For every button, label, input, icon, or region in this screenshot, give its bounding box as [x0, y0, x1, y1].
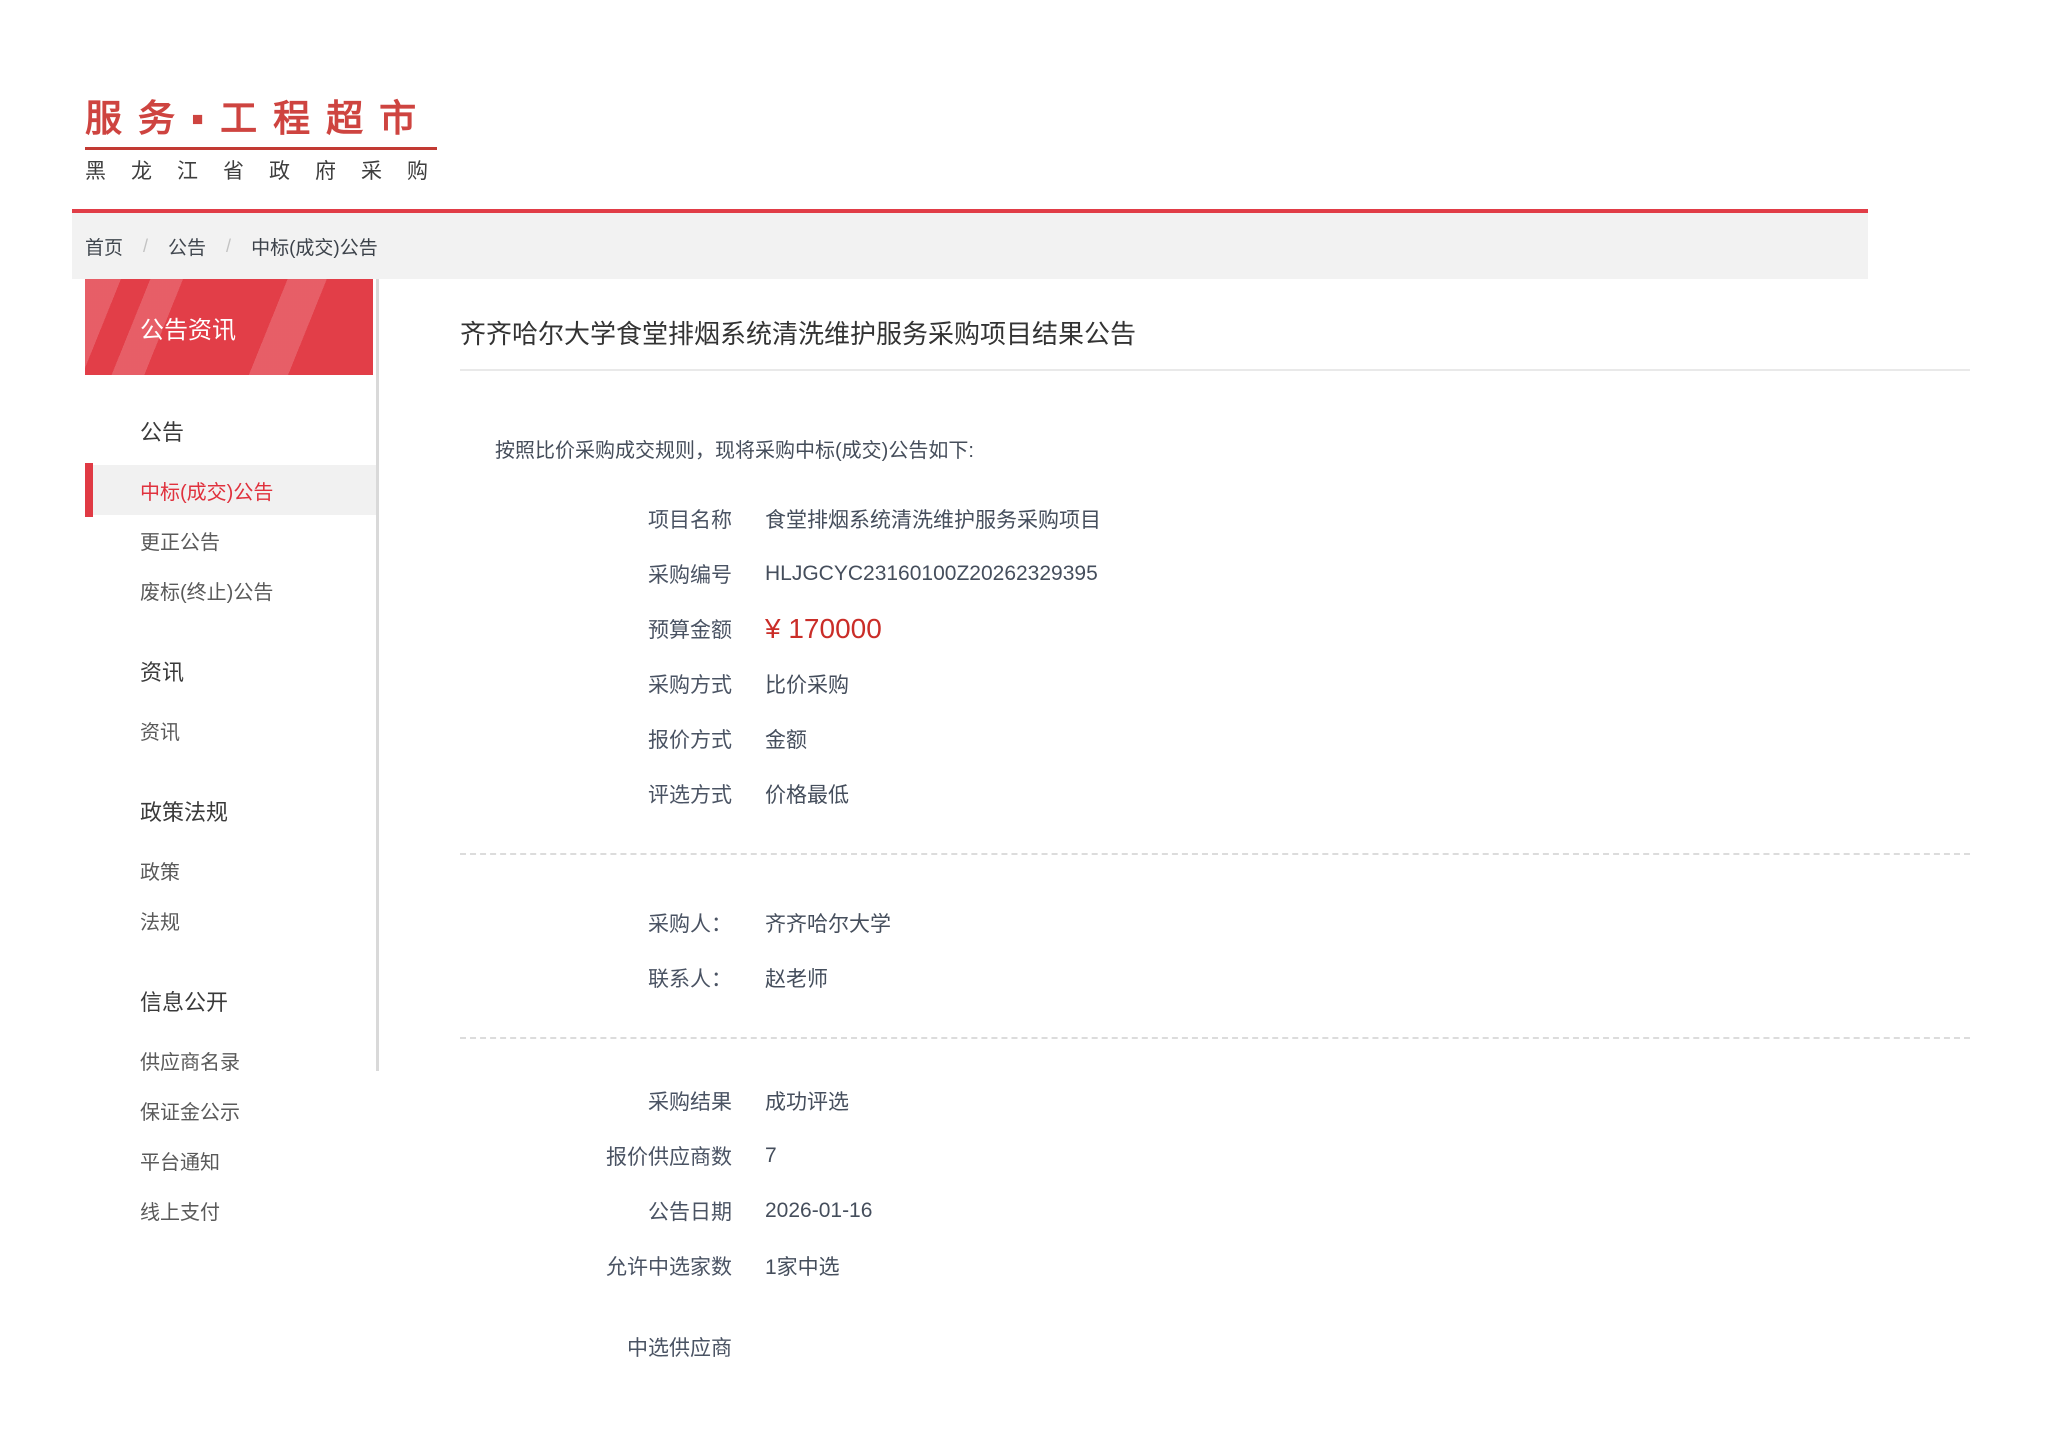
field-value: 7 [765, 1143, 777, 1167]
logo-tagline: 黑龙江省政府采购 [85, 160, 453, 183]
sidebar-item-deposit-publicity[interactable]: 保证金公示 [85, 1085, 376, 1135]
field-row-budget-amount: 预算金额 ¥ 170000 [460, 601, 1970, 656]
field-value: 赵老师 [765, 967, 828, 991]
sidebar-item-label: 废标(终止)公告 [140, 581, 274, 604]
field-row-announcement-date: 公告日期 2026-01-16 [460, 1183, 1970, 1238]
field-label: 采购方式 [648, 673, 732, 697]
field-value: 成功评选 [765, 1090, 849, 1114]
site-header: 服务▪工程超市 黑龙江省政府采购 [0, 0, 2048, 183]
active-indicator-bar [85, 463, 93, 517]
field-row-procurement-result: 采购结果 成功评选 [460, 1073, 1970, 1128]
field-row-project-name: 项目名称 食堂排烟系统清洗维护服务采购项目 [460, 491, 1970, 546]
field-label: 采购人： [648, 912, 732, 936]
breadcrumb-separator: / [143, 235, 149, 256]
field-label: 预算金额 [648, 618, 732, 642]
breadcrumb-current: 中标(成交)公告 [251, 237, 378, 259]
breadcrumb-home[interactable]: 首页 [85, 233, 123, 260]
field-row-supplier-count: 报价供应商数 7 [460, 1128, 1970, 1183]
sidebar-item-label: 供应商名录 [140, 1051, 240, 1074]
project-fields: 项目名称 食堂排烟系统清洗维护服务采购项目 采购编号 HLJGCYC231601… [460, 491, 1970, 821]
sidebar-item-award-announcements[interactable]: 中标(成交)公告 [85, 463, 376, 517]
dashed-divider [460, 1037, 1970, 1039]
sidebar-item-label: 线上支付 [140, 1201, 220, 1224]
field-value: 价格最低 [765, 783, 849, 807]
field-row-contact-person: 联系人： 赵老师 [460, 950, 1970, 1005]
field-label: 报价供应商数 [606, 1145, 732, 1169]
sidebar-item-label: 平台通知 [140, 1151, 220, 1174]
field-label: 项目名称 [648, 508, 732, 532]
sidebar-item-news[interactable]: 资讯 [85, 705, 376, 755]
logo-text: 服务▪工程超市 [85, 98, 433, 139]
sidebar-item-label: 政策 [140, 861, 180, 884]
intro-text: 按照比价采购成交规则，现将采购中标(成交)公告如下: [495, 440, 974, 462]
sidebar: 公告资讯 公告 中标(成交)公告 更正公告 废标(终止)公告 资讯 资讯 政策法… [85, 279, 379, 1374]
sidebar-section-news: 资讯 [140, 660, 185, 685]
field-row-winning-supplier: 中选供应商 [460, 1319, 1970, 1374]
sidebar-item-label: 资讯 [140, 721, 180, 744]
sidebar-item-policy[interactable]: 政策 [85, 845, 376, 895]
sidebar-item-label: 中标(成交)公告 [140, 481, 274, 504]
field-label: 允许中选家数 [606, 1255, 732, 1279]
sidebar-item-cancelled-announcements[interactable]: 废标(终止)公告 [85, 565, 376, 615]
contact-fields: 采购人： 齐齐哈尔大学 联系人： 赵老师 [460, 895, 1970, 1005]
sidebar-item-regulations[interactable]: 法规 [85, 895, 376, 945]
field-label: 采购编号 [648, 563, 732, 587]
sidebar-item-label: 法规 [140, 911, 180, 934]
field-value: 2026-01-16 [765, 1198, 873, 1222]
sidebar-item-label: 更正公告 [140, 531, 220, 554]
field-value: 齐齐哈尔大学 [765, 912, 891, 936]
sidebar-item-supplier-directory[interactable]: 供应商名录 [85, 1035, 376, 1085]
sidebar-right-border [376, 279, 379, 1071]
sidebar-section-policies: 政策法规 [140, 800, 229, 825]
field-row-procurement-method: 采购方式 比价采购 [460, 656, 1970, 711]
field-label: 采购结果 [648, 1090, 732, 1114]
field-value: 比价采购 [765, 673, 849, 697]
field-label: 中选供应商 [627, 1336, 732, 1360]
result-fields: 采购结果 成功评选 报价供应商数 7 公告日期 2026-01-16 允许中选家… [460, 1073, 1970, 1374]
field-label: 评选方式 [648, 783, 732, 807]
site-logo[interactable]: 服务▪工程超市 黑龙江省政府采购 [85, 100, 453, 182]
sidebar-item-online-payment[interactable]: 线上支付 [85, 1185, 376, 1235]
breadcrumb-separator: / [226, 235, 232, 256]
page-content: 公告资讯 公告 中标(成交)公告 更正公告 废标(终止)公告 资讯 资讯 政策法… [85, 279, 2048, 1374]
dashed-divider [460, 853, 1970, 855]
field-row-purchaser: 采购人： 齐齐哈尔大学 [460, 895, 1970, 950]
field-row-allowed-winners: 允许中选家数 1家中选 [460, 1238, 1970, 1293]
breadcrumb: 首页 / 公告 / 中标(成交)公告 [72, 213, 1868, 279]
sidebar-item-correction-announcements[interactable]: 更正公告 [85, 515, 376, 565]
field-value: HLJGCYC23160100Z20262329395 [765, 561, 1098, 585]
breadcrumb-announcements[interactable]: 公告 [168, 233, 206, 260]
sidebar-item-platform-notice[interactable]: 平台通知 [85, 1135, 376, 1185]
budget-amount-value: ¥ 170000 [765, 612, 882, 644]
sidebar-section-disclosure: 信息公开 [140, 990, 229, 1015]
field-label: 报价方式 [648, 728, 732, 752]
sidebar-section-announcements: 公告 [140, 420, 185, 445]
logo-divider [85, 147, 437, 150]
field-row-procurement-number: 采购编号 HLJGCYC23160100Z20262329395 [460, 546, 1970, 601]
field-value: 食堂排烟系统清洗维护服务采购项目 [765, 508, 1101, 532]
field-row-selection-method: 评选方式 价格最低 [460, 766, 1970, 821]
field-value: 金额 [765, 728, 807, 752]
title-divider [460, 369, 1970, 371]
field-label: 联系人： [648, 967, 732, 991]
main-content: 齐齐哈尔大学食堂排烟系统清洗维护服务采购项目结果公告 按照比价采购成交规则，现将… [460, 279, 1970, 1374]
sidebar-panel-title: 公告资讯 [85, 279, 373, 375]
sidebar-item-label: 保证金公示 [140, 1101, 240, 1124]
page-title: 齐齐哈尔大学食堂排烟系统清洗维护服务采购项目结果公告 [460, 319, 1137, 349]
field-row-quote-method: 报价方式 金额 [460, 711, 1970, 766]
field-label: 公告日期 [648, 1200, 732, 1224]
field-value: 1家中选 [765, 1255, 840, 1279]
